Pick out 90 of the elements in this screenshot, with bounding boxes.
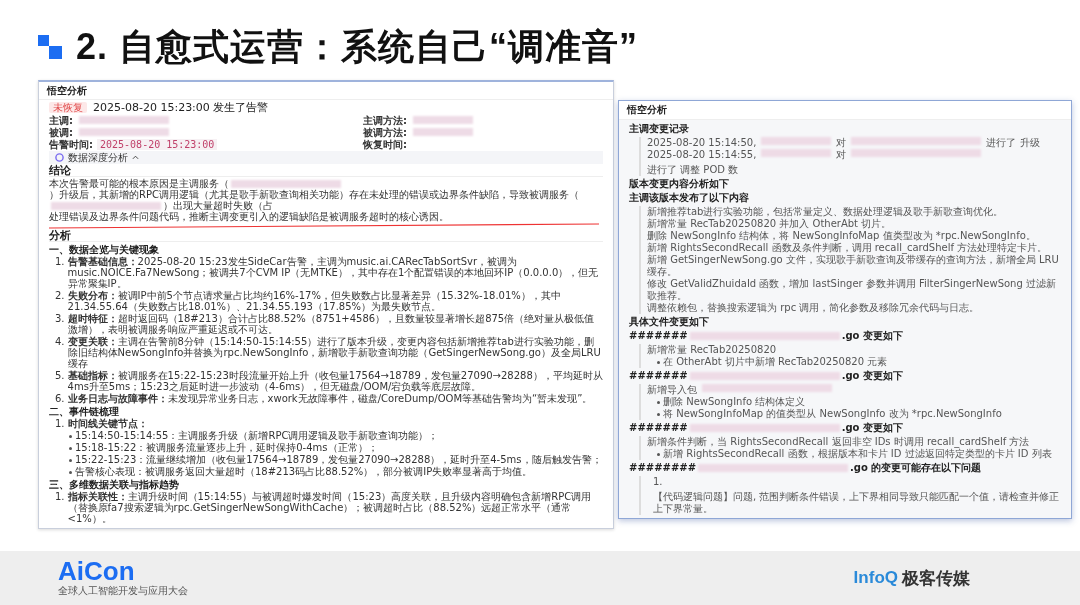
list-item-text: 15:18-15:22：被调服务流量逐步上升，延时保持0-4ms（正常）； <box>75 442 378 453</box>
brand-logo: AiCon <box>58 558 136 584</box>
field-value: 2025-08-20 15:23:00 <box>97 138 218 150</box>
bullet-icon <box>657 453 660 456</box>
change-text: 对 <box>836 149 847 161</box>
list-number: 2. <box>55 290 65 303</box>
section-heading: 结论 <box>49 165 603 177</box>
section-heading: 主调变更记录 <box>629 123 690 135</box>
list-item-text: 15:22-15:23：流量继续增加（收包量17564→18789，发包量27090→28288），延时升至4-5ms，随后触发告警； <box>75 454 602 465</box>
list-item-text: 告警核心表现：被调服务返回大量超时（18#213码占比88.52%），部分被调IP失败率显著高于均值。 <box>75 466 533 477</box>
slide-title: 2. 自愈式运营：系统自己“调准音” <box>76 24 639 69</box>
redacted-text <box>761 149 832 157</box>
list-item-text: 告警基础信息：2025-08-20 15:23发生SideCar告警，主调为music.ai.CARecTabSortSvr，被调为music.NOICE.Fa7NewSong；被调共7个CVM IP（无MTKE），其中存在1个配置错误的本地回环IP（0.0.0.0），但无异常聚集IP。 <box>67 256 600 289</box>
section-heading: 具体文件变更如下 <box>629 316 710 328</box>
change-text: 删除 NewSongInfo 结构体，将 NewSongInfoMap 值类型改为 *rpc.NewSongInfo。 <box>647 230 1036 242</box>
list-item-text: 变更关联：主调在告警前8分钟（15:14:50-15:14:55）进行了版本升级，变更内容包括新增推荐tab进行实验功能，删除旧结构体NewSongInfo并替换为rpc.NewSongInfo，新增歌手新歌查询功能（GetSingerNewSong.go）及全局LRU缓存 <box>67 336 602 369</box>
list-number: 1. <box>55 256 65 269</box>
conclusion-text: ）出现大量超时失败（占 <box>163 200 273 211</box>
field-label: 被调方法: <box>363 126 407 138</box>
list-number: 1. <box>55 491 65 504</box>
bullet-icon <box>657 401 660 404</box>
panel-title: 悟空分析 <box>39 82 613 100</box>
bullet-icon <box>69 435 72 438</box>
file-heading: .go 变更如下 <box>841 422 903 434</box>
file-prefix: ####### <box>629 422 688 434</box>
list-item-text: 基础指标：被调服务在15:22-15:23时段流量开始上升（收包量17564→18789，发包量27090→28288），平均延时从4ms升至5ms；15:23之后延时进一步波动（4-6ms），但无磁盘/OOM/宕负载等底层故障。 <box>67 370 603 392</box>
deep-analysis-toggle[interactable]: 数据深度分析 <box>49 151 603 164</box>
subsection-heading: 二、事件链梳理 <box>49 406 120 417</box>
list-item-text: 15:14:50-15:14:55：主调服务升级（新增RPC调用逻辑及歌手新歌查询功能）； <box>75 430 439 441</box>
change-text: 2025-08-20 15:14:55, <box>647 149 757 161</box>
list-item-text: 时间线关键节点： <box>67 418 148 429</box>
subsection-heading: 三、多维数据关联与指标趋势 <box>49 479 180 490</box>
list-number: 6. <box>55 393 65 404</box>
file-prefix: ####### <box>629 330 688 342</box>
change-text: 删除 NewSongInfo 结构体定义 <box>663 396 806 408</box>
bullet-icon <box>69 459 72 462</box>
list-item-text: 指标关联性：主调升级时间（15:14:55）与被调超时爆发时间（15:23）高度关联，且升级内容明确包含新增RPC调用（替换原fa7搜索逻辑为rpc.GetSingerNewSongWithCache）；被调超时占比（88.52%）远超正常水平（通常<1%）。 <box>67 491 593 524</box>
change-text: 新增 RightsSecondRecall 函数及条件判断，调用 recall_cardShelf 方法处理特定卡片。 <box>647 242 1048 254</box>
field-label: 主调方法: <box>363 114 407 126</box>
section-heading: 分析 <box>49 230 603 242</box>
section-heading: 版本变更内容分析如下 <box>629 178 730 190</box>
logo-icon <box>38 35 62 59</box>
change-text: 【代码逻辑问题】问题, 范围判断条件错误，上下界相同导致只能匹配一个值，请检查并修正上下界常量。 <box>653 491 1061 515</box>
field-label: 告警时间: <box>49 138 93 150</box>
list-number: 5. <box>55 370 65 383</box>
file-heading: .go 变更如下 <box>841 330 903 342</box>
redacted-text <box>761 137 832 145</box>
list-number: 3. <box>55 313 65 326</box>
partner-logo: InfoQ <box>853 568 898 588</box>
file-heading: .go 变更如下 <box>841 370 903 382</box>
bullet-icon <box>69 447 72 450</box>
change-text: 新增条件判断，当 RightsSecondRecall 返回非空 IDs 时调用 recall_cardShelf 方法 <box>647 436 1030 448</box>
bullet-icon <box>69 471 72 474</box>
field-label: 被调: <box>49 126 73 138</box>
file-prefix: ######## <box>629 462 697 474</box>
list-item-text: 超时特征：超时返回码（18#213）合计占比88.52%（8751+4586），且数量较显著增长超875倍（绝对量从极低值激增），表明被调服务响应严重延迟或不可达。 <box>67 313 596 335</box>
list-number: 1. <box>653 476 663 488</box>
conclusion-text: 本次告警最可能的根本原因是主调服务（ <box>49 178 229 189</box>
change-text: 修改 GetValidZhuidaId 函数，增加 lastSinger 参数并调用 FilterSingerNewSong 过滤新歌推荐。 <box>647 278 1057 302</box>
change-text: 2025-08-20 15:14:50, <box>647 137 757 149</box>
change-text: 新增常量 RecTab20250820 <box>647 344 777 356</box>
change-text: 新增 RightsSecondRecall 函数，根据版本和卡片 ID 过滤返回特定类型的卡片 ID 列表 <box>663 448 1052 460</box>
list-item-text: 业务日志与故障事件：未发现异常业务日志，xwork无故障事件，磁盘/CoreDump/OOM等基础告警均为“暂未发现”。 <box>67 393 593 404</box>
status-tag: 未恢复 <box>49 102 87 113</box>
conclusion-text: ）升级后，其新增的RPC调用逻辑（尤其是歌手新歌查询相关功能）存在未处理的错误或边界条件缺陷，导致被调服务（ <box>49 189 579 200</box>
list-number: 1. <box>55 418 65 429</box>
change-text: 在 OtherAbt 切片中新增 RecTab20250820 元素 <box>663 356 888 368</box>
change-text: 进行了 升级 <box>986 137 1040 149</box>
bullet-icon <box>657 361 660 364</box>
field-label: 恢复时间: <box>363 138 407 150</box>
field-label: 主调: <box>49 114 73 126</box>
change-text: 进行了 调整 POD 数 <box>647 164 739 176</box>
file-prefix: ####### <box>629 370 688 382</box>
conclusion-text: 处理错误及边界条件问题代码，推断主调变更引入的逻辑缺陷是被调服务超时的核心诱因。 <box>49 211 449 222</box>
change-text: 新增导入包 <box>647 384 697 396</box>
change-text: 对 <box>836 137 847 149</box>
subsection-heading: 一、数据全览与关键现象 <box>49 244 160 255</box>
change-text: 新增推荐tab进行实验功能，包括常量定义、数据处理逻辑及歌手新歌查询优化。 <box>647 206 1004 218</box>
change-text: 将 NewSongInfoMap 的值类型从 NewSongInfo 改为 *rpc.NewSongInfo <box>663 408 1002 420</box>
file-heading: .go 的变更可能存在以下问题 <box>850 462 982 474</box>
brand-tagline: 全球人工智能开发与应用大会 <box>58 584 188 598</box>
section-heading: 主调该版本发布了以下内容 <box>629 192 750 204</box>
partner-name: 极客传媒 <box>902 566 970 590</box>
list-number: 4. <box>55 336 65 349</box>
change-text: 新增 GetSingerNewSong.go 文件，实现歌手新歌查询及带缓存的查询方法，新增全局 LRU 缓存。 <box>647 254 1060 278</box>
change-text: 调整依赖包，替换搜索逻辑为 rpc 调用，简化参数及移除冗余代码与日志。 <box>647 302 980 314</box>
list-item-text: 失败分布：被调IP中前5个节点请求量占比均约16%-17%，但失败数占比显著差异（15.32%-18.01%），其中21.34.55.64（失败数占比18.01%）、21.34.55.193（17.85%）为最失败节点。 <box>67 290 562 312</box>
alert-title: 2025-08-20 15:23:00 发生了告警 <box>93 102 269 113</box>
bullet-icon <box>657 413 660 416</box>
change-text: 新增常量 RecTab20250820 并加入 OtherAbt 切片。 <box>647 218 892 230</box>
